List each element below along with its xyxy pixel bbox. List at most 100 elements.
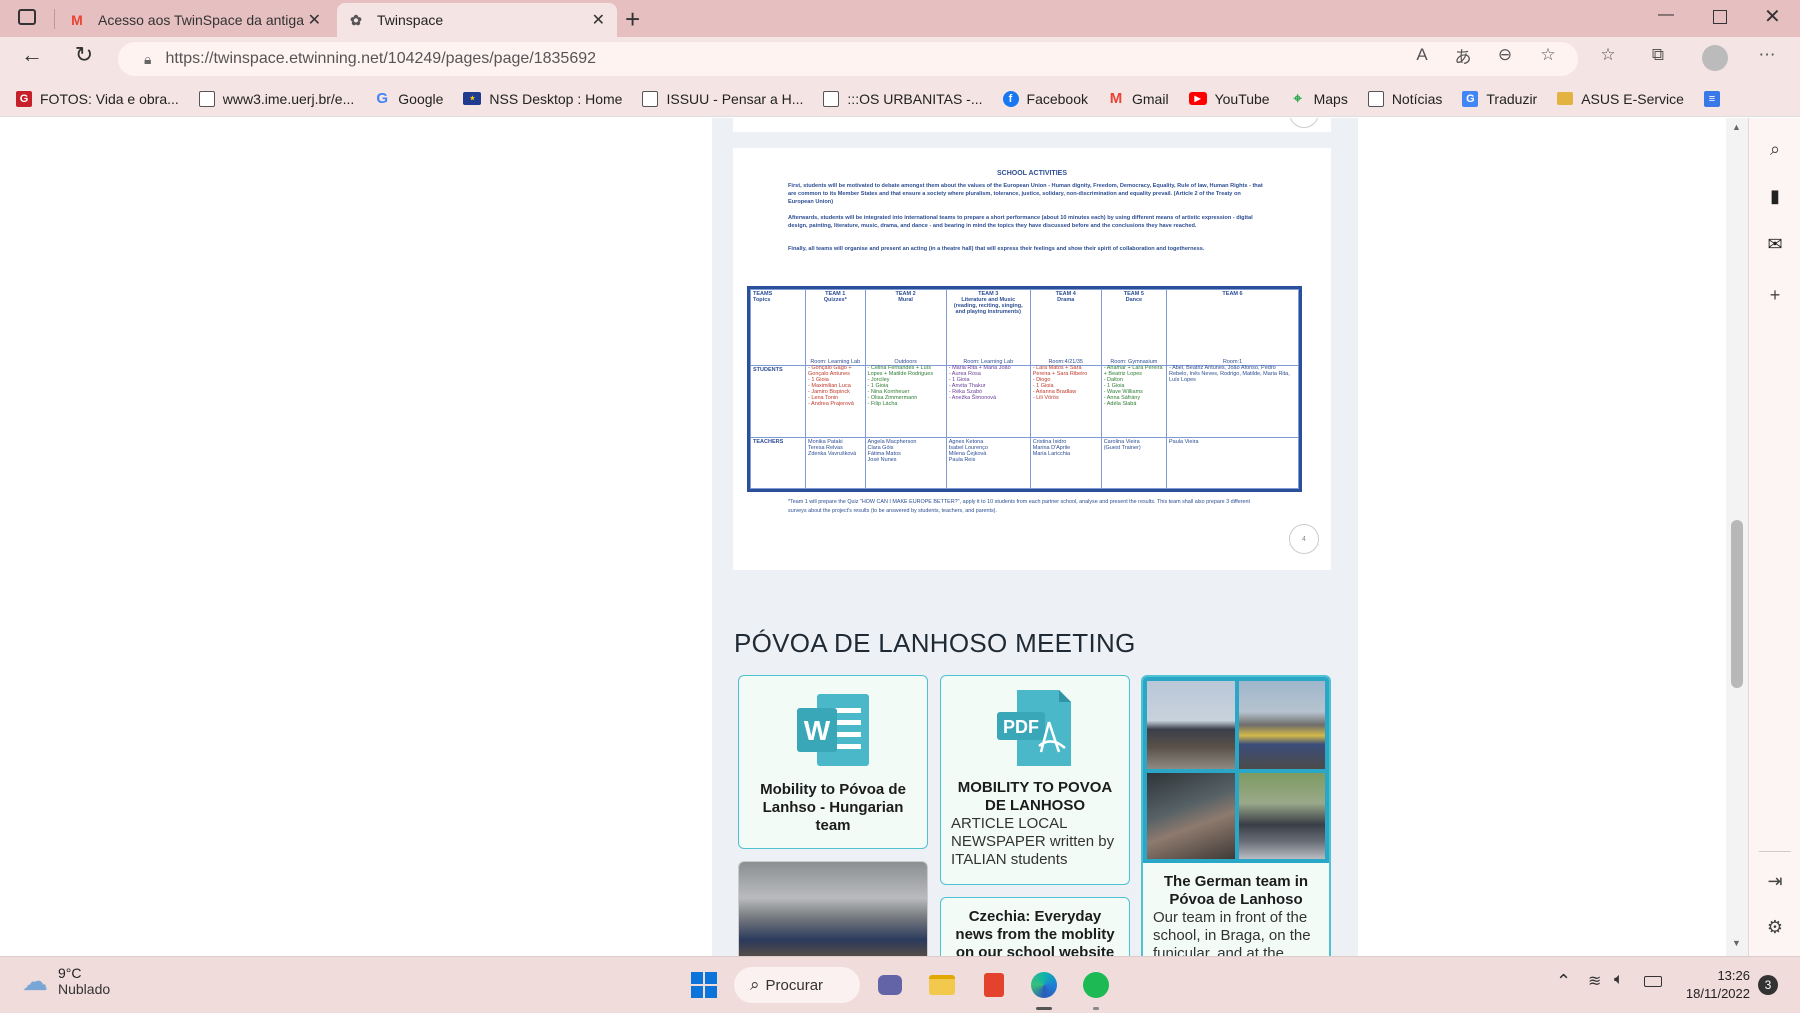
bookmark-nss-desktop[interactable]: ★ NSS Desktop : Home xyxy=(463,91,622,107)
card-description: ARTICLE LOCAL NEWSPAPER written by ITALI… xyxy=(951,815,1115,868)
refresh-icon[interactable]: ↻ xyxy=(70,41,98,69)
page-number-badge xyxy=(1289,118,1319,128)
bookmark-maps[interactable]: ⌖ Maps xyxy=(1290,90,1347,107)
bookmark-issuu[interactable]: ISSUU - Pensar a H... xyxy=(642,90,803,107)
doc-footnote: *Team 1 will prepare the Quiz "HOW CAN I… xyxy=(788,499,1251,514)
inactive-app-indicator xyxy=(1093,1007,1099,1010)
outlook-icon[interactable]: ✉ xyxy=(1762,231,1788,257)
card-german-team[interactable]: The German team in Póvoa de Lanhoso Our … xyxy=(1141,675,1331,956)
bookmark-noticias[interactable]: Notícias xyxy=(1367,90,1442,107)
address-bar[interactable]: 🔒︎ https://twinspace.etwinning.net/10424… xyxy=(118,42,1578,76)
reading-list-icon[interactable]: ≡ xyxy=(1703,90,1728,107)
card-title: Czechia: Everyday news from the moblity … xyxy=(955,908,1115,956)
office-icon[interactable]: ▮ xyxy=(1762,183,1788,209)
previous-document-page xyxy=(733,118,1331,132)
close-icon[interactable]: ✕ xyxy=(592,10,605,30)
scrollbar-thumb[interactable] xyxy=(1731,520,1743,688)
card-hungarian-team[interactable]: W Mobility to Póvoa de Lanhso - Hungaria… xyxy=(738,675,928,849)
word-doc-icon: W xyxy=(797,694,869,766)
search-label: Procurar xyxy=(765,976,824,994)
team-header: TEAM 1 Quizzes* xyxy=(805,289,866,366)
zoom-out-icon[interactable]: ⊖ xyxy=(1492,42,1518,68)
bookmark-label: :::OS URBANITAS -... xyxy=(847,90,983,107)
more-menu-icon[interactable]: ⋯ xyxy=(1754,42,1780,68)
back-icon[interactable]: ← xyxy=(18,41,46,69)
profile-avatar[interactable] xyxy=(1702,45,1728,71)
minimize-icon[interactable]: — xyxy=(1658,6,1674,24)
bookmark-facebook[interactable]: f Facebook xyxy=(1002,90,1088,107)
photo-group-garden xyxy=(1239,773,1325,859)
row-label-teachers: TEACHERS xyxy=(750,437,806,489)
teachers-cell: Monika Pataki Teresa Relvas Zdenka Vavru… xyxy=(805,437,866,489)
document-page: SCHOOL ACTIVITIES First, students will b… xyxy=(733,148,1331,570)
bookmark-fotos[interactable]: G FOTOS: Vida e obra... xyxy=(16,90,179,107)
card-czechia-news[interactable]: Czechia: Everyday news from the moblity … xyxy=(940,897,1130,956)
weather-desc: Nublado xyxy=(58,981,111,997)
restore-icon[interactable] xyxy=(1713,10,1727,24)
translate-icon: G xyxy=(1462,90,1479,107)
maps-icon: ⌖ xyxy=(1293,90,1302,107)
translate-page-icon[interactable]: あ xyxy=(1450,42,1476,68)
favorites-icon[interactable]: ☆ xyxy=(1595,42,1621,68)
taskbar-search[interactable]: ⌕ Procurar xyxy=(734,967,860,1003)
add-favorite-icon[interactable]: ☆ xyxy=(1535,42,1561,68)
bookmark-traduzir[interactable]: G Traduzir xyxy=(1462,90,1537,107)
page-icon xyxy=(823,90,840,107)
wifi-icon[interactable]: ≋ xyxy=(1588,971,1601,991)
tab-actions-icon[interactable] xyxy=(18,9,36,25)
search-icon: ⌕ xyxy=(750,975,760,994)
battery-icon[interactable] xyxy=(1644,976,1662,987)
search-icon[interactable]: ⌕ xyxy=(1762,136,1788,162)
scroll-up-icon[interactable]: ▲ xyxy=(1732,122,1741,132)
card-group-photo[interactable] xyxy=(738,861,928,956)
bookmark-youtube[interactable]: ▶ YouTube xyxy=(1188,91,1270,107)
teams-table: TEAMS Topics TEAM 1 Quizzes* TEAM 2 Mura… xyxy=(747,286,1302,492)
table-corner: TEAMS Topics xyxy=(750,289,806,366)
teachers-cell: Angela Macpherson Clara Góis Fátima Mato… xyxy=(864,437,947,489)
spotify-icon[interactable] xyxy=(1078,967,1114,1003)
edge-browser-icon[interactable] xyxy=(1026,967,1062,1003)
svg-text:W: W xyxy=(804,715,831,746)
team-header: TEAM 4 Drama xyxy=(1029,289,1102,366)
add-sidebar-icon[interactable]: + xyxy=(1762,282,1788,308)
scroll-down-icon[interactable]: ▼ xyxy=(1732,938,1741,948)
url-text: https://twinspace.etwinning.net/104249/p… xyxy=(165,50,597,67)
page-scrollbar[interactable]: ▲ ▼ xyxy=(1726,118,1748,956)
bookmark-ime-uerj[interactable]: www3.ime.uerj.br/e... xyxy=(198,90,354,107)
tab-twinspace-access[interactable]: M Acesso aos TwinSpace da antiga ✕ xyxy=(58,3,333,37)
windows-start-icon[interactable] xyxy=(686,967,722,1003)
facebook-icon: f xyxy=(1002,90,1019,107)
chevron-up-icon[interactable]: ⌃ xyxy=(1556,971,1571,992)
tab-twinspace[interactable]: ✿ Twinspace ✕ xyxy=(337,3,617,37)
tab-title: Twinspace xyxy=(377,12,444,28)
notification-badge[interactable]: 3 xyxy=(1758,975,1778,995)
hide-sidebar-icon[interactable]: ⇥ xyxy=(1762,868,1788,894)
teams-chat-icon[interactable] xyxy=(872,967,908,1003)
close-icon[interactable]: ✕ xyxy=(308,10,321,30)
page-number-badge: 4 xyxy=(1289,524,1319,554)
settings-icon[interactable]: ⚙ xyxy=(1762,914,1788,940)
office-app-icon[interactable] xyxy=(976,967,1012,1003)
window-close-icon[interactable]: ✕ xyxy=(1764,4,1781,29)
team-header: TEAM 2 Mural xyxy=(864,289,947,366)
bookmark-label: Gmail xyxy=(1132,90,1169,107)
bookmark-label: ASUS E-Service xyxy=(1581,90,1684,107)
bookmark-os-urbanitas[interactable]: :::OS URBANITAS -... xyxy=(823,90,983,107)
bookmark-google[interactable]: G Google xyxy=(374,90,443,107)
bookmark-asus-eservice[interactable]: ASUS E-Service xyxy=(1557,91,1684,107)
volume-icon[interactable]: 🔈︎ xyxy=(1614,971,1624,989)
students-list: - Anamar + Lara Pereira + Beatriz Lopes … xyxy=(1103,365,1163,407)
file-explorer-icon[interactable] xyxy=(924,967,960,1003)
doc-paragraph-2: Afterwards, students will be integrated … xyxy=(788,215,1253,229)
weather-widget[interactable]: ☁ 9°C Nublado xyxy=(22,965,110,997)
collections-icon[interactable]: ⧉ xyxy=(1645,42,1671,68)
new-tab-icon[interactable]: + xyxy=(625,4,640,35)
card-title: MOBILITY TO POVOA DE LANHOSO xyxy=(957,779,1113,814)
bookmark-label: FOTOS: Vida e obra... xyxy=(40,90,179,107)
card-italian-article[interactable]: PDF MOBILITY TO POVOA DE LANHOSO ARTICLE… xyxy=(940,675,1130,885)
bookmark-gmail[interactable]: M Gmail xyxy=(1108,90,1169,107)
row-label-students: STUDENTS xyxy=(750,365,806,438)
clock[interactable]: 13:26 18/11/2022 xyxy=(1678,967,1750,1003)
read-aloud-icon[interactable]: A xyxy=(1409,42,1435,68)
google-icon: G xyxy=(376,90,389,107)
